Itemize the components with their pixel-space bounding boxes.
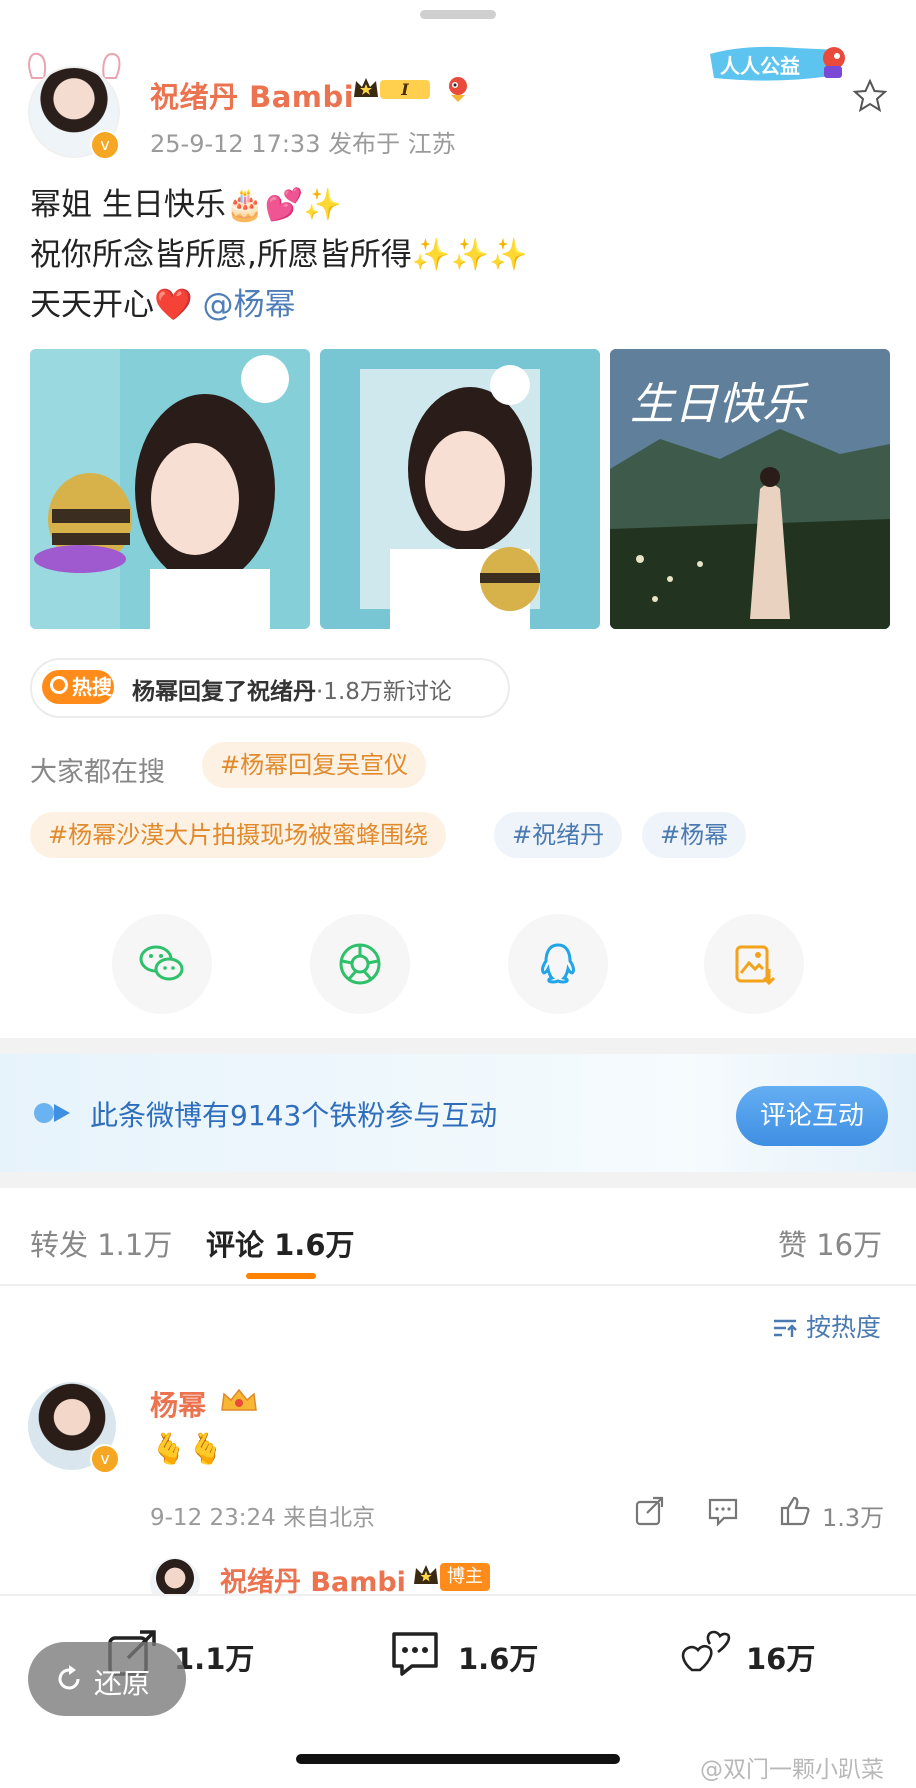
everyone-searching-label: 大家都在搜 bbox=[30, 757, 165, 788]
post-line-2: 祝你所念皆所愿,所愿皆所得✨✨✨ bbox=[30, 237, 528, 273]
commenter-name[interactable]: 杨幂 bbox=[150, 1384, 206, 1424]
sheet-handle[interactable] bbox=[420, 10, 496, 19]
search-tag-3[interactable]: #祝绪丹 bbox=[494, 812, 623, 858]
post-image-1-art bbox=[30, 349, 310, 629]
search-tag-2[interactable]: #杨幂沙漠大片拍摄现场被蜜蜂围绕 bbox=[30, 812, 447, 858]
restore-button[interactable]: 还原 bbox=[28, 1642, 186, 1716]
hot-search-text: 杨幂回复了祝绪丹·1.8万新讨论 bbox=[132, 672, 452, 706]
rank-badge-text: I bbox=[400, 80, 409, 99]
post-image-3-art: 生日快乐 bbox=[610, 349, 890, 629]
post-body: 幂姐 生日快乐🎂💕✨ 祝你所念皆所愿,所愿皆所得✨✨✨ 天天开心❤️ @杨幂 bbox=[30, 180, 528, 330]
comment-like-count: 1.3万 bbox=[822, 1504, 885, 1532]
hot-search-logo: 热搜 bbox=[42, 670, 114, 704]
star-icon[interactable] bbox=[852, 78, 888, 114]
mention-link[interactable]: @杨幂 bbox=[202, 287, 295, 323]
gongyi-badge[interactable]: 人人公益 bbox=[706, 44, 856, 84]
search-tag-4[interactable]: #杨幂 bbox=[642, 812, 747, 858]
comment-meta: 9-12 23:24 来自北京 bbox=[150, 1505, 376, 1531]
restore-label: 还原 bbox=[94, 1667, 151, 1700]
gongyi-label: 人人公益 bbox=[720, 54, 800, 78]
banner-text: 此条微博有9143个铁粉参与互动 bbox=[90, 1099, 498, 1132]
sort-icon bbox=[774, 1319, 797, 1337]
hot-search-title: 杨幂回复了祝绪丹 bbox=[132, 679, 316, 705]
post-image-2[interactable] bbox=[320, 349, 600, 629]
post-line-1: 幂姐 生日快乐🎂💕✨ bbox=[30, 187, 342, 223]
comment-share-icon[interactable] bbox=[632, 1494, 666, 1528]
post-time-location: 25-9-12 17:33 发布于 江苏 bbox=[150, 130, 456, 158]
active-tab-indicator bbox=[246, 1273, 316, 1279]
share-wechat-button[interactable] bbox=[112, 914, 212, 1014]
sort-label: 按热度 bbox=[805, 1313, 881, 1342]
commenter-crown-icon bbox=[221, 1388, 257, 1411]
moments-icon bbox=[339, 943, 381, 985]
section-divider bbox=[0, 1038, 916, 1054]
birthday-overlay-text: 生日快乐 bbox=[630, 379, 809, 430]
fans-interaction-banner[interactable]: 此条微博有9143个铁粉参与互动 评论互动 bbox=[0, 1054, 916, 1172]
post-image-3[interactable]: 生日快乐 bbox=[610, 349, 890, 629]
comment-icon[interactable] bbox=[388, 1626, 442, 1680]
restore-icon bbox=[58, 1665, 80, 1690]
qq-icon bbox=[541, 943, 575, 984]
comment-count[interactable]: 1.6万 bbox=[458, 1636, 538, 1678]
comment-interact-button[interactable]: 评论互动 bbox=[736, 1086, 888, 1146]
comment-body: 🫰🫰 bbox=[150, 1432, 225, 1467]
tab-repost-label: 转发 bbox=[30, 1228, 89, 1262]
vip-crown-badge-icon[interactable]: I bbox=[352, 75, 434, 103]
comment-like-icon[interactable] bbox=[778, 1494, 812, 1528]
author-avatar[interactable]: v bbox=[28, 52, 124, 160]
save-image-button[interactable] bbox=[704, 914, 804, 1014]
share-qq-button[interactable] bbox=[508, 914, 608, 1014]
home-indicator[interactable] bbox=[296, 1754, 620, 1764]
fans-icon bbox=[34, 1103, 70, 1123]
search-tag-1[interactable]: #杨幂回复吴宣仪 bbox=[202, 742, 427, 788]
hot-search-logo-text: 热搜 bbox=[72, 675, 112, 699]
tab-like[interactable]: 赞 16万 bbox=[778, 1222, 882, 1264]
sort-by-hot-button[interactable]: 按热度 bbox=[772, 1308, 881, 1344]
repost-count[interactable]: 1.1万 bbox=[174, 1636, 254, 1678]
hot-search-count: ·1.8万新讨论 bbox=[316, 679, 452, 705]
wechat-icon bbox=[139, 945, 184, 981]
comment-reply-icon[interactable] bbox=[706, 1494, 740, 1528]
author-name[interactable]: 祝绪丹 Bambi bbox=[150, 74, 354, 116]
verified-badge-icon: v bbox=[90, 130, 120, 160]
tab-comment-label: 评论 bbox=[206, 1228, 265, 1262]
tabs-divider bbox=[0, 1284, 916, 1286]
like-count[interactable]: 16万 bbox=[746, 1636, 815, 1678]
commenter-verified-icon: v bbox=[90, 1444, 120, 1474]
tab-like-count: 16万 bbox=[816, 1228, 883, 1262]
section-divider-2 bbox=[0, 1172, 916, 1188]
search-icon bbox=[50, 676, 68, 694]
share-moments-button[interactable] bbox=[310, 914, 410, 1014]
tab-comment[interactable]: 评论 1.6万 bbox=[206, 1222, 355, 1264]
hot-search-pill[interactable]: 热搜 杨幂回复了祝绪丹·1.8万新讨论 bbox=[30, 658, 510, 718]
post-image-1[interactable] bbox=[30, 349, 310, 629]
save-image-icon bbox=[735, 945, 776, 986]
tab-repost-count: 1.1万 bbox=[97, 1228, 173, 1262]
tab-like-label: 赞 bbox=[778, 1228, 808, 1262]
mascot-icon bbox=[449, 77, 467, 102]
author-badge: 博主 bbox=[440, 1563, 490, 1591]
watermark: @双门一颗小趴菜 bbox=[700, 1757, 884, 1783]
post-image-2-art bbox=[320, 349, 600, 629]
tab-repost[interactable]: 转发 1.1万 bbox=[30, 1222, 172, 1264]
like-icon[interactable] bbox=[678, 1626, 732, 1680]
tab-comment-count: 1.6万 bbox=[274, 1228, 355, 1262]
post-line-3-text: 天天开心❤️ bbox=[30, 287, 193, 323]
post-line-3: 天天开心❤️ @杨幂 bbox=[30, 280, 528, 330]
